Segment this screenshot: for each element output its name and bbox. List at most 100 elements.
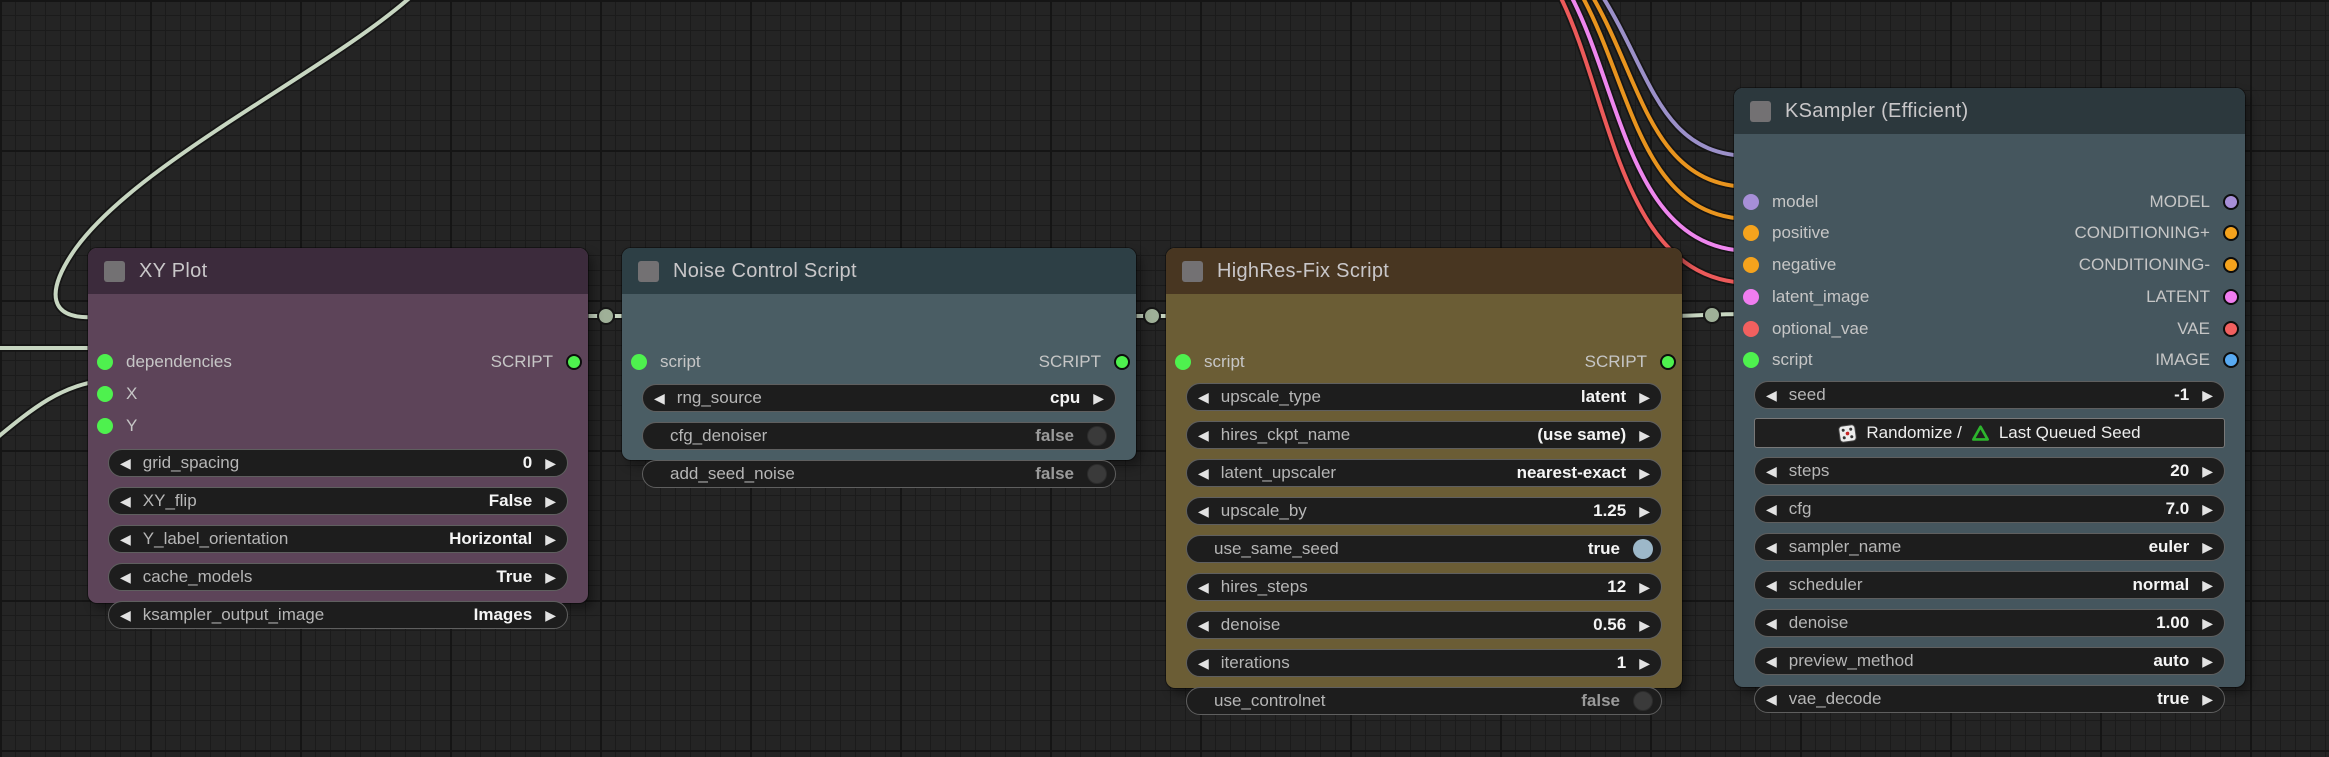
decrement-arrow-icon[interactable]: ◀ — [1198, 428, 1209, 442]
port-dot[interactable] — [2223, 225, 2239, 241]
widget-preview-method[interactable]: ◀ preview_method auto ▶ — [1754, 647, 2225, 675]
decrement-arrow-icon[interactable]: ◀ — [1198, 466, 1209, 480]
widget-add-seed-noise[interactable]: add_seed_noise false — [642, 460, 1116, 488]
decrement-arrow-icon[interactable]: ◀ — [1766, 578, 1777, 592]
port-dot[interactable] — [1743, 225, 1759, 241]
output-port-vae[interactable]: VAE — [2177, 319, 2239, 339]
port-dot[interactable] — [97, 386, 113, 402]
input-port-positive[interactable]: positive — [1743, 223, 1830, 243]
decrement-arrow-icon[interactable]: ◀ — [1198, 504, 1209, 518]
widget-upscale-type[interactable]: ◀ upscale_type latent ▶ — [1186, 383, 1662, 411]
decrement-arrow-icon[interactable]: ◀ — [654, 391, 665, 405]
port-dot[interactable] — [1743, 194, 1759, 210]
node-highres-fix-script[interactable]: HighRes-Fix Script script SCRIPT ◀ upsca… — [1166, 248, 1682, 715]
widget-scheduler[interactable]: ◀ scheduler normal ▶ — [1754, 571, 2225, 599]
decrement-arrow-icon[interactable]: ◀ — [1198, 390, 1209, 404]
decrement-arrow-icon[interactable]: ◀ — [1766, 616, 1777, 630]
port-dot[interactable] — [1743, 289, 1759, 305]
toggle-knob[interactable] — [1087, 464, 1107, 484]
port-dot[interactable] — [1175, 354, 1191, 370]
increment-arrow-icon[interactable]: ▶ — [545, 532, 556, 546]
toggle-knob[interactable] — [1087, 426, 1107, 446]
port-dot[interactable] — [566, 354, 582, 370]
increment-arrow-icon[interactable]: ▶ — [2202, 654, 2213, 668]
widget-steps[interactable]: ◀ steps 20 ▶ — [1754, 457, 2225, 485]
port-dot[interactable] — [97, 418, 113, 434]
input-port-script[interactable]: script — [1743, 350, 1813, 370]
node-header[interactable]: HighRes-Fix Script — [1166, 248, 1682, 294]
port-dot[interactable] — [2223, 321, 2239, 337]
input-port-latent-image[interactable]: latent_image — [1743, 287, 1869, 307]
port-dot[interactable] — [631, 354, 647, 370]
increment-arrow-icon[interactable]: ▶ — [545, 494, 556, 508]
widget-use-same-seed[interactable]: use_same_seed true — [1186, 535, 1662, 563]
widget-xy-flip[interactable]: ◀ XY_flip False ▶ — [108, 487, 568, 515]
randomize-last-queued-seed-button[interactable]: Randomize / Last Queued Seed — [1754, 418, 2225, 448]
output-port-script[interactable]: SCRIPT — [1039, 352, 1130, 372]
toggle-knob[interactable] — [1633, 691, 1653, 711]
node-graph-canvas[interactable]: XY Plot dependencies X Y SCRIPT ◀ grid_s… — [0, 0, 2329, 757]
decrement-arrow-icon[interactable]: ◀ — [1766, 692, 1777, 706]
widget-latent-upscaler[interactable]: ◀ latent_upscaler nearest-exact ▶ — [1186, 459, 1662, 487]
widget-iterations[interactable]: ◀ iterations 1 ▶ — [1186, 649, 1662, 677]
input-port-script[interactable]: script — [631, 352, 701, 372]
increment-arrow-icon[interactable]: ▶ — [1093, 391, 1104, 405]
increment-arrow-icon[interactable]: ▶ — [2202, 578, 2213, 592]
increment-arrow-icon[interactable]: ▶ — [1639, 390, 1650, 404]
node-header[interactable]: Noise Control Script — [622, 248, 1136, 294]
widget-hires-steps[interactable]: ◀ hires_steps 12 ▶ — [1186, 573, 1662, 601]
increment-arrow-icon[interactable]: ▶ — [2202, 464, 2213, 478]
node-noise-control-script[interactable]: Noise Control Script script SCRIPT ◀ rng… — [622, 248, 1136, 488]
node-xy-plot[interactable]: XY Plot dependencies X Y SCRIPT ◀ grid_s… — [88, 248, 588, 629]
input-port-optional-vae[interactable]: optional_vae — [1743, 319, 1868, 339]
widget-grid-spacing[interactable]: ◀ grid_spacing 0 ▶ — [108, 449, 568, 477]
widget-y-label-orientation[interactable]: ◀ Y_label_orientation Horizontal ▶ — [108, 525, 568, 553]
decrement-arrow-icon[interactable]: ◀ — [120, 494, 131, 508]
node-header[interactable]: KSampler (Efficient) — [1734, 88, 2245, 134]
widget-cfg[interactable]: ◀ cfg 7.0 ▶ — [1754, 495, 2225, 523]
decrement-arrow-icon[interactable]: ◀ — [1198, 580, 1209, 594]
port-dot[interactable] — [1743, 321, 1759, 337]
increment-arrow-icon[interactable]: ▶ — [545, 608, 556, 622]
output-port-latent[interactable]: LATENT — [2146, 287, 2239, 307]
output-port-script[interactable]: SCRIPT — [1585, 352, 1676, 372]
decrement-arrow-icon[interactable]: ◀ — [120, 608, 131, 622]
increment-arrow-icon[interactable]: ▶ — [1639, 466, 1650, 480]
input-port-y[interactable]: Y — [97, 416, 137, 436]
port-dot[interactable] — [2223, 257, 2239, 273]
port-dot[interactable] — [1743, 257, 1759, 273]
port-dot[interactable] — [1114, 354, 1130, 370]
output-port-conditioning-plus[interactable]: CONDITIONING+ — [2074, 223, 2239, 243]
decrement-arrow-icon[interactable]: ◀ — [120, 456, 131, 470]
decrement-arrow-icon[interactable]: ◀ — [1766, 388, 1777, 402]
increment-arrow-icon[interactable]: ▶ — [1639, 656, 1650, 670]
output-port-conditioning-minus[interactable]: CONDITIONING- — [2079, 255, 2239, 275]
decrement-arrow-icon[interactable]: ◀ — [1766, 464, 1777, 478]
increment-arrow-icon[interactable]: ▶ — [2202, 540, 2213, 554]
port-dot[interactable] — [1660, 354, 1676, 370]
widget-rng-source[interactable]: ◀ rng_source cpu ▶ — [642, 384, 1116, 412]
increment-arrow-icon[interactable]: ▶ — [545, 570, 556, 584]
widget-use-controlnet[interactable]: use_controlnet false — [1186, 687, 1662, 715]
toggle-knob[interactable] — [1633, 539, 1653, 559]
decrement-arrow-icon[interactable]: ◀ — [120, 532, 131, 546]
widget-upscale-by[interactable]: ◀ upscale_by 1.25 ▶ — [1186, 497, 1662, 525]
port-dot[interactable] — [2223, 194, 2239, 210]
port-dot[interactable] — [2223, 289, 2239, 305]
port-dot[interactable] — [1743, 352, 1759, 368]
node-header[interactable]: XY Plot — [88, 248, 588, 294]
decrement-arrow-icon[interactable]: ◀ — [1766, 654, 1777, 668]
decrement-arrow-icon[interactable]: ◀ — [1766, 540, 1777, 554]
widget-hires-ckpt-name[interactable]: ◀ hires_ckpt_name (use same) ▶ — [1186, 421, 1662, 449]
widget-sampler-name[interactable]: ◀ sampler_name euler ▶ — [1754, 533, 2225, 561]
decrement-arrow-icon[interactable]: ◀ — [1766, 502, 1777, 516]
widget-denoise[interactable]: ◀ denoise 1.00 ▶ — [1754, 609, 2225, 637]
port-dot[interactable] — [2223, 352, 2239, 368]
input-port-model[interactable]: model — [1743, 192, 1818, 212]
increment-arrow-icon[interactable]: ▶ — [1639, 580, 1650, 594]
output-port-image[interactable]: IMAGE — [2155, 350, 2239, 370]
node-ksampler-efficient[interactable]: KSampler (Efficient) model positive nega… — [1734, 88, 2245, 713]
decrement-arrow-icon[interactable]: ◀ — [120, 570, 131, 584]
decrement-arrow-icon[interactable]: ◀ — [1198, 618, 1209, 632]
widget-seed[interactable]: ◀ seed -1 ▶ — [1754, 381, 2225, 409]
